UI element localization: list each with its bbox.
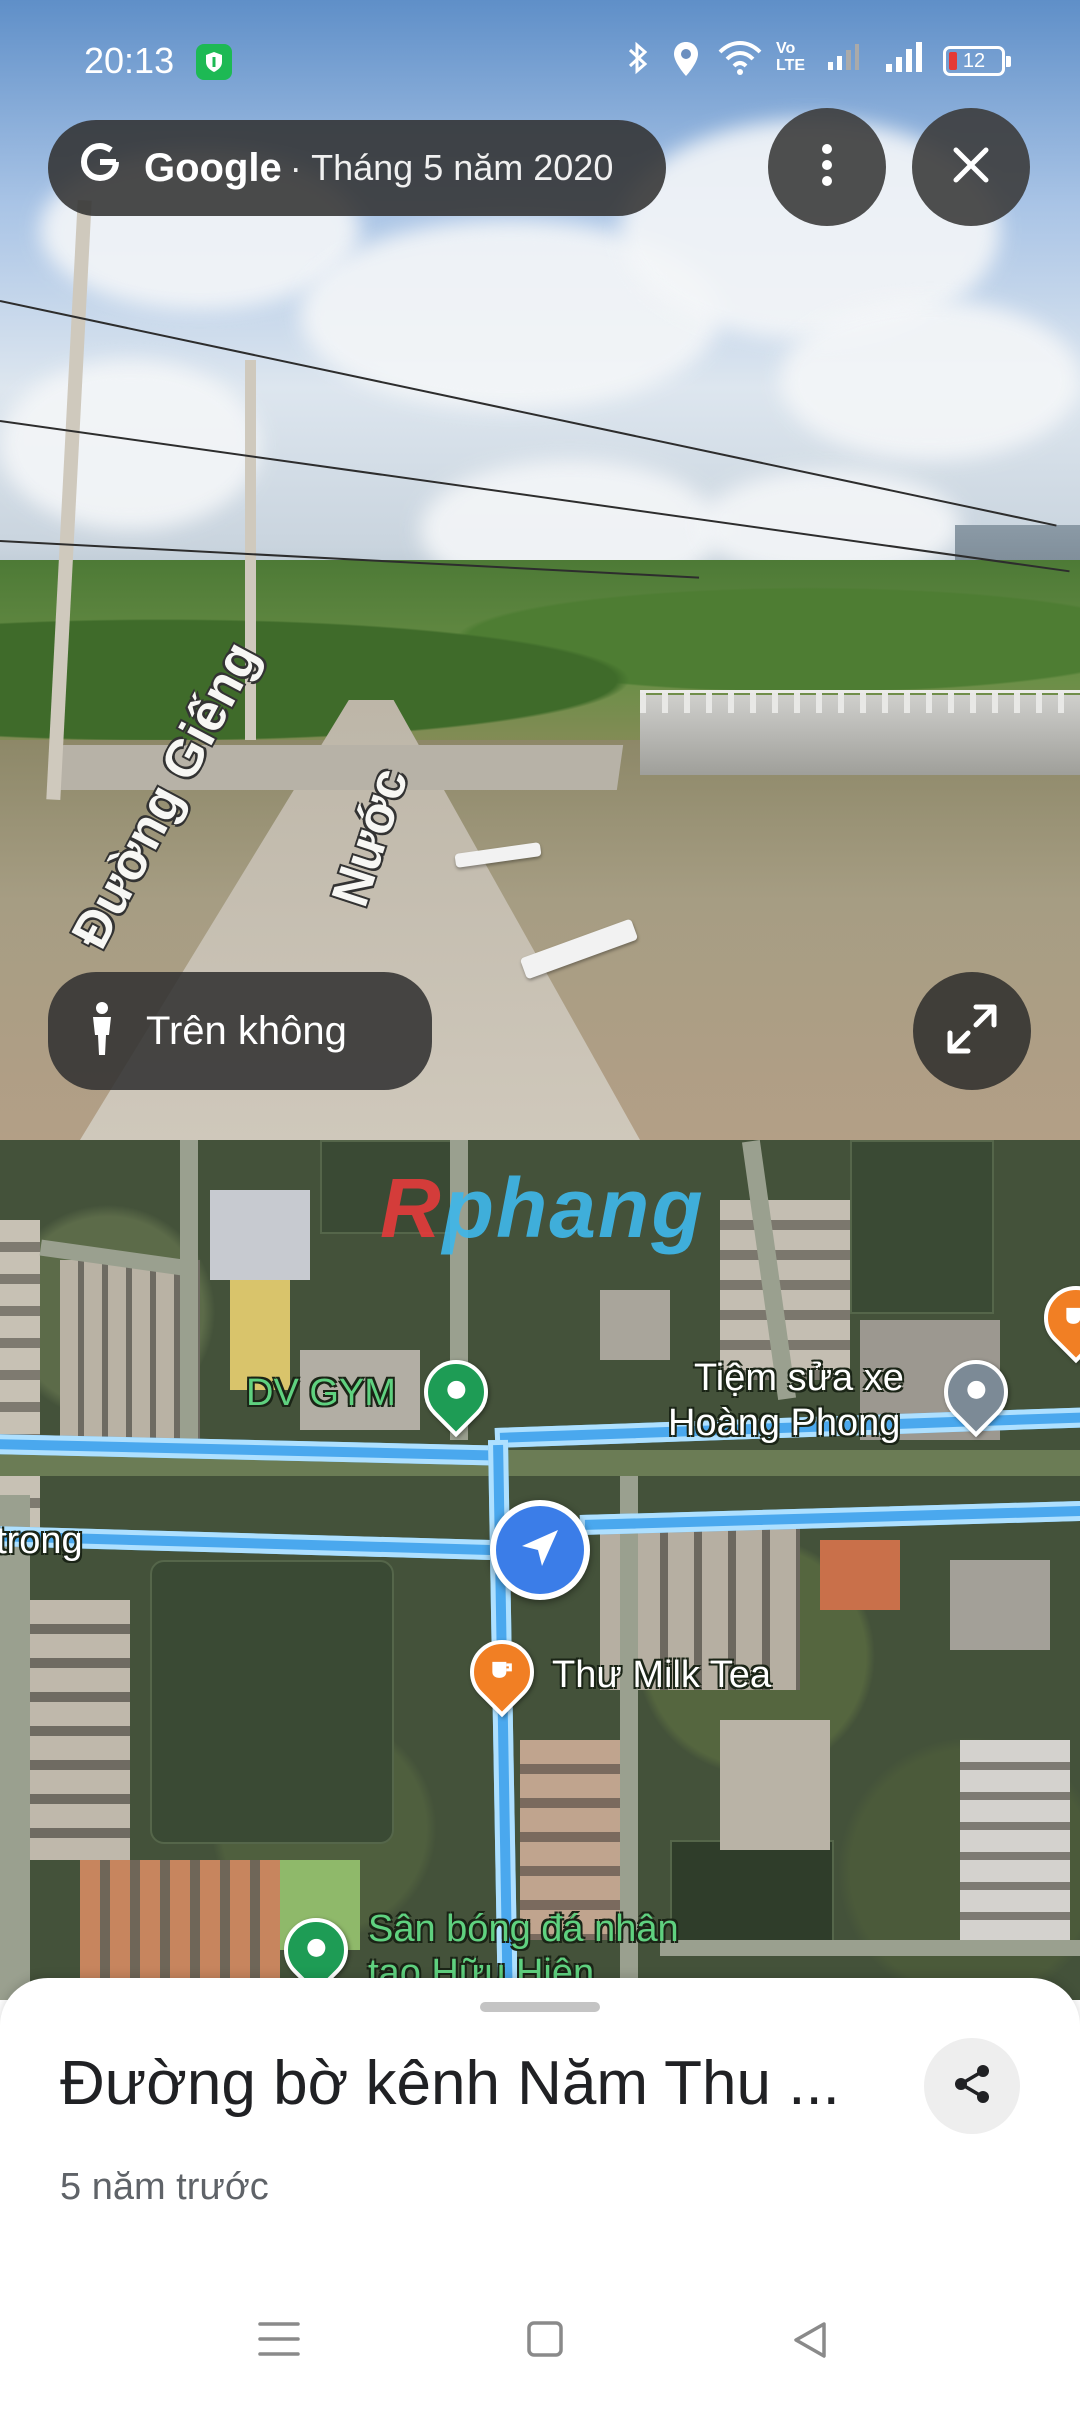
drag-handle[interactable] [480, 2002, 600, 2012]
shield-icon [196, 44, 232, 80]
location-icon [672, 40, 700, 86]
poi-label: DV GYM [246, 1372, 396, 1414]
expand-icon [944, 1001, 1000, 1062]
place-icon [446, 1380, 466, 1405]
place-icon [306, 1938, 326, 1963]
poi-label: Thư Milk Tea [552, 1654, 772, 1696]
aerial-view-button[interactable]: Trên không [48, 972, 432, 1090]
pond [670, 1840, 834, 1944]
cup-icon [1064, 1306, 1080, 1331]
watermark-logo: Rphang [380, 1161, 705, 1255]
my-location-marker[interactable] [490, 1500, 590, 1600]
street-label: trong [0, 1520, 83, 1562]
road [0, 1495, 30, 2000]
imagery-source-chip[interactable]: Google · Tháng 5 năm 2020 [48, 120, 666, 216]
bridge-rail [640, 690, 1080, 713]
home-square-icon[interactable] [526, 2320, 564, 2363]
status-bar: 20:13 Vo LTE 12 [0, 0, 1080, 120]
road [660, 1940, 1080, 1956]
more-options-button[interactable] [768, 108, 886, 226]
menu-icon[interactable] [258, 2320, 300, 2363]
poi-label: Hoàng Phong [668, 1402, 901, 1444]
pond [150, 1560, 394, 1844]
poi-label: Sân bóng đá nhân [368, 1908, 679, 1950]
place-title: Đường bờ kênh Năm Thu ... [60, 2049, 840, 2118]
share-icon [950, 2062, 994, 2111]
place-subtitle: 5 năm trước [60, 2166, 269, 2208]
poi-label: Tiệm sửa xe [694, 1357, 904, 1399]
more-vert-icon [821, 143, 833, 192]
close-button[interactable] [912, 108, 1030, 226]
expand-button[interactable] [913, 972, 1031, 1090]
google-g-icon [78, 140, 122, 196]
navigation-arrow-icon [516, 1524, 564, 1577]
cup-icon [490, 1660, 514, 1685]
imagery-brand: Google [144, 145, 282, 190]
signal-icon [884, 40, 924, 82]
pond [850, 1140, 994, 1314]
battery-icon: 12 [943, 46, 1011, 76]
person-icon [88, 1001, 116, 1062]
aerial-view-label: Trên không [146, 1008, 347, 1053]
capture-date: · Tháng 5 năm 2020 [289, 147, 614, 188]
bluetooth-icon [625, 40, 651, 84]
share-button[interactable] [924, 2038, 1020, 2134]
road [180, 1140, 198, 1440]
back-triangle-icon[interactable] [790, 2320, 830, 2365]
wifi-icon [718, 40, 762, 84]
place-icon [966, 1380, 986, 1405]
volte-icon: Vo LTE [776, 40, 806, 74]
close-icon [952, 146, 990, 189]
status-time: 20:13 [84, 40, 175, 81]
signal-icon [826, 40, 860, 80]
